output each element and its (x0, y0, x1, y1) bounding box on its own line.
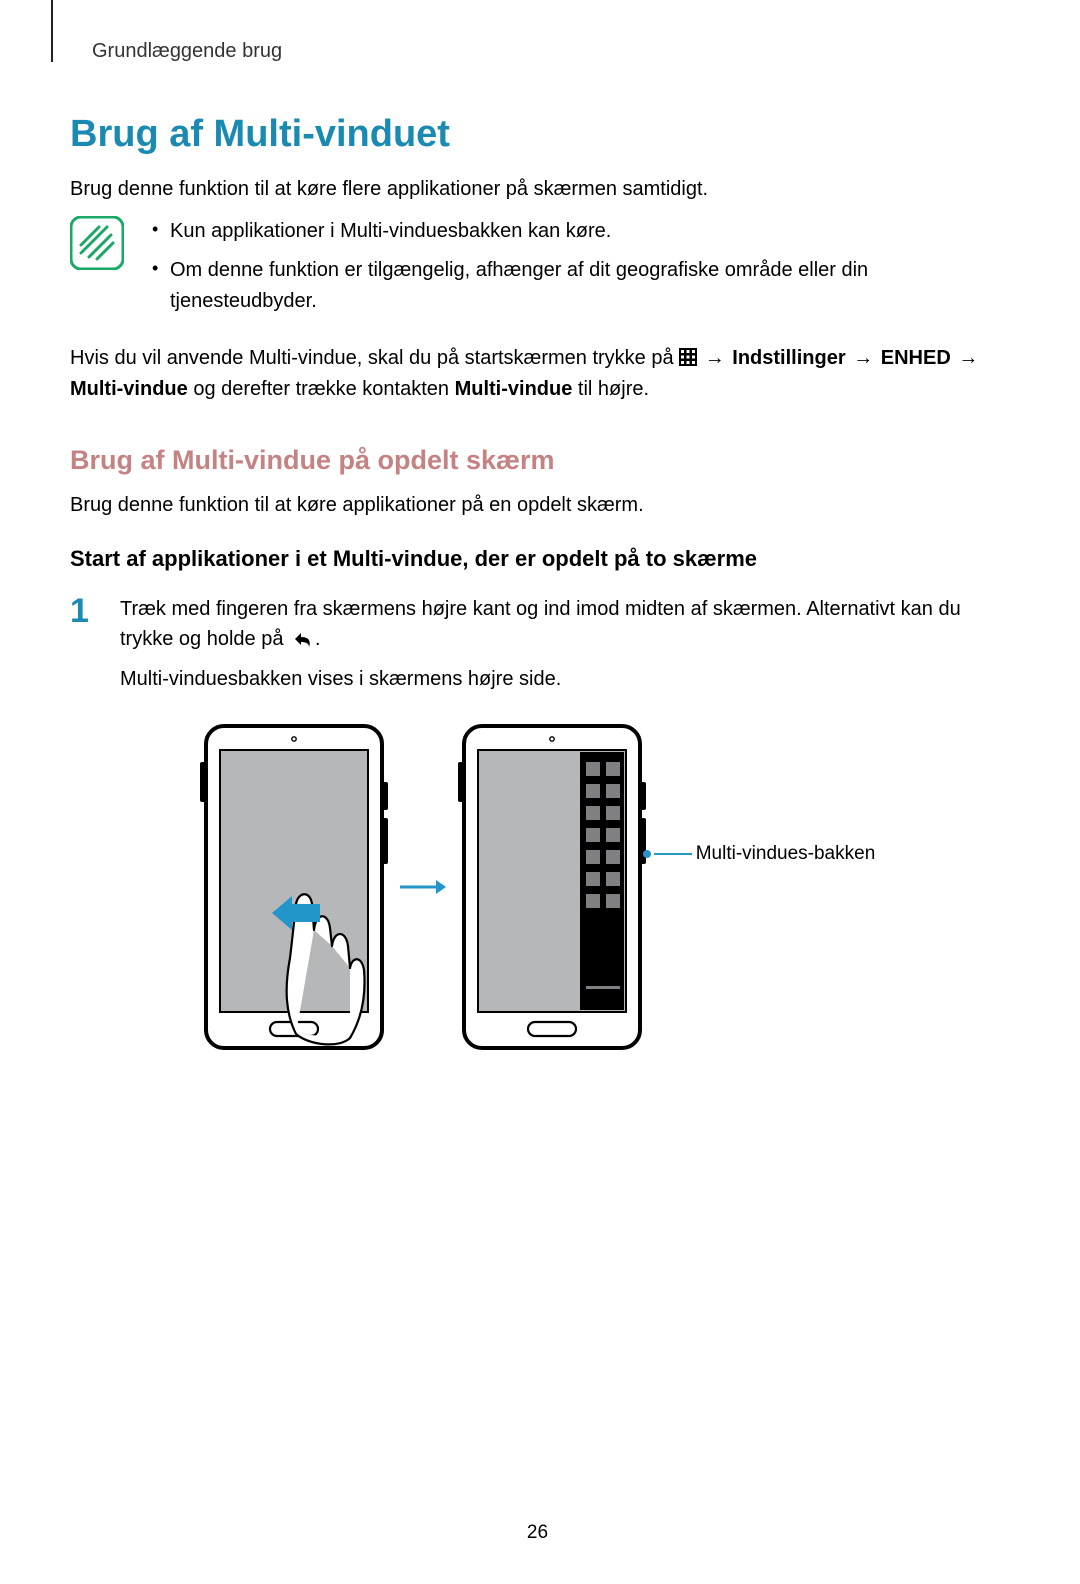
note-item: Om denne funktion er tilgængelig, afhæng… (148, 255, 1005, 317)
step-number: 1 (70, 594, 98, 704)
page-title: Brug af Multi-vinduet (70, 113, 1005, 156)
note-callout: Kun applikationer i Multi-vinduesbakken … (70, 216, 1005, 325)
page-number: 26 (70, 1522, 1005, 1544)
intro-paragraph: Brug denne funktion til at køre flere ap… (70, 174, 1005, 204)
arrow-text: → (958, 343, 978, 374)
decorative-rule (51, 0, 53, 62)
step-body: Træk med fingeren fra skærmens højre kan… (120, 594, 1005, 704)
section-body: Brug denne funktion til at køre applikat… (70, 490, 1005, 520)
step-line-2: Multi-vinduesbakken vises i skærmens høj… (120, 664, 1005, 694)
section-heading: Brug af Multi-vindue på opdelt skærm (70, 445, 1005, 476)
note-item: Kun applikationer i Multi-vinduesbakken … (148, 216, 1005, 247)
text-segment: og derefter trække kontakten (193, 378, 454, 400)
path-indstillinger: Indstillinger (732, 347, 845, 369)
callout-label: Multi-vindues-bakken (696, 842, 876, 867)
callout-anchor (643, 850, 651, 858)
arrow-text: → (853, 343, 873, 374)
path-enhed: ENHED (881, 347, 951, 369)
text-segment: til højre. (578, 378, 649, 400)
back-icon (289, 628, 315, 648)
note-list: Kun applikationer i Multi-vinduesbakken … (148, 216, 1005, 325)
text-segment: Hvis du vil anvende Multi-vindue, skal d… (70, 347, 679, 369)
device-after (458, 722, 646, 1052)
text-segment: . (315, 628, 321, 650)
running-header: Grundlæggende brug (92, 40, 1005, 63)
callout-leader-line (654, 853, 692, 855)
device-after-with-callout: Multi-vindues-bakken (458, 722, 876, 1052)
transition-arrow-icon (400, 877, 446, 897)
note-icon (70, 216, 124, 270)
arrow-text: → (705, 343, 725, 374)
figure-swipe-to-open-tray: Multi-vindues-bakken (70, 722, 1005, 1052)
manual-page: Grundlæggende brug Brug af Multi-vinduet… (0, 0, 1080, 1584)
device-before (200, 722, 388, 1052)
text-segment: Træk med fingeren fra skærmens højre kan… (120, 598, 961, 650)
settings-path-paragraph: Hvis du vil anvende Multi-vindue, skal d… (70, 343, 1005, 405)
step-1: 1 Træk med fingeren fra skærmens højre k… (70, 594, 1005, 704)
subsection-heading: Start af applikationer i et Multi-vindue… (70, 546, 1005, 572)
path-multivindue: Multi-vindue (455, 378, 573, 400)
apps-grid-icon (679, 345, 697, 363)
path-multivindue: Multi-vindue (70, 378, 188, 400)
